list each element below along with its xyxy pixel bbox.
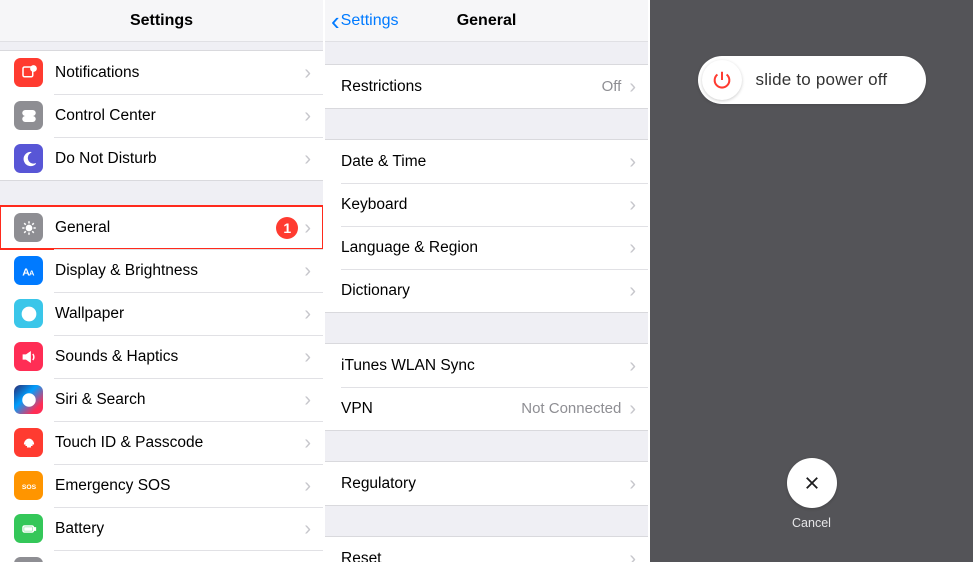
settings-root-panel: Settings Notifications › Control Center …	[0, 0, 325, 562]
settings-item-privacy[interactable]: Privacy ›	[0, 550, 323, 562]
power-icon	[702, 60, 742, 100]
chevron-right-icon: ›	[304, 218, 311, 238]
battery-icon	[14, 514, 43, 543]
wallpaper-icon	[14, 299, 43, 328]
settings-header: Settings	[0, 0, 323, 42]
settings-item-label: Display & Brightness	[55, 262, 298, 280]
moon-icon	[14, 144, 43, 173]
settings-item-label: Emergency SOS	[55, 477, 298, 495]
chevron-right-icon: ›	[629, 238, 636, 258]
notifications-icon	[14, 58, 43, 87]
gear-icon	[14, 213, 43, 242]
fingerprint-icon	[14, 428, 43, 457]
siri-icon	[14, 385, 43, 414]
sos-icon: SOS	[14, 471, 43, 500]
chevron-right-icon: ›	[304, 304, 311, 324]
chevron-right-icon: ›	[304, 433, 311, 453]
chevron-right-icon: ›	[304, 347, 311, 367]
settings-group-2: General 1 › AA Display & Brightness › Wa…	[0, 205, 323, 562]
settings-item-label: Battery	[55, 520, 298, 538]
chevron-right-icon: ›	[629, 152, 636, 172]
power-off-slider[interactable]: slide to power off	[698, 56, 926, 104]
settings-list: Notifications › Control Center › Do Not …	[0, 50, 323, 562]
cancel-area: Cancel	[787, 458, 837, 530]
settings-item-sounds-haptics[interactable]: Sounds & Haptics ›	[0, 335, 323, 378]
settings-item-label: Control Center	[55, 107, 298, 125]
chevron-right-icon: ›	[304, 106, 311, 126]
settings-item-control-center[interactable]: Control Center ›	[0, 94, 323, 137]
row-label: Reset	[341, 550, 629, 562]
row-label: Keyboard	[341, 196, 629, 214]
settings-item-label: Touch ID & Passcode	[55, 434, 298, 452]
row-value: Not Connected	[521, 400, 621, 417]
chevron-right-icon: ›	[629, 77, 636, 97]
text-size-icon: AA	[14, 256, 43, 285]
settings-item-touch-id-passcode[interactable]: Touch ID & Passcode ›	[0, 421, 323, 464]
svg-text:SOS: SOS	[21, 484, 36, 491]
cancel-button[interactable]	[787, 458, 837, 508]
chevron-right-icon: ›	[304, 149, 311, 169]
svg-text:A: A	[29, 268, 35, 277]
settings-item-notifications[interactable]: Notifications ›	[0, 51, 323, 94]
row-label: Language & Region	[341, 239, 629, 257]
settings-item-label: Wallpaper	[55, 305, 298, 323]
row-label: Restrictions	[341, 78, 602, 96]
chevron-right-icon: ›	[304, 390, 311, 410]
settings-item-do-not-disturb[interactable]: Do Not Disturb ›	[0, 137, 323, 180]
chevron-right-icon: ›	[629, 195, 636, 215]
settings-item-emergency-sos[interactable]: SOS Emergency SOS ›	[0, 464, 323, 507]
row-label: VPN	[341, 400, 521, 418]
settings-item-label: Do Not Disturb	[55, 150, 298, 168]
row-label: Regulatory	[341, 475, 629, 493]
chevron-right-icon: ›	[304, 476, 311, 496]
chevron-right-icon: ›	[304, 519, 311, 539]
general-title: General	[457, 12, 517, 30]
settings-item-battery[interactable]: Battery ›	[0, 507, 323, 550]
chevron-right-icon: ›	[629, 356, 636, 376]
chevron-right-icon: ›	[629, 281, 636, 301]
settings-item-siri-search[interactable]: Siri & Search ›	[0, 378, 323, 421]
settings-item-label: General	[55, 219, 276, 237]
general-item-keyboard[interactable]: Keyboard ›	[325, 183, 648, 226]
speaker-icon	[14, 342, 43, 371]
settings-title: Settings	[130, 12, 193, 30]
settings-item-label: Siri & Search	[55, 391, 298, 409]
general-item-itunes-wlan-sync[interactable]: iTunes WLAN Sync ›	[325, 344, 648, 387]
general-item-restrictions[interactable]: Restrictions Off ›	[325, 65, 648, 108]
chevron-left-icon: ‹	[331, 8, 340, 34]
power-off-panel: slide to power off Cancel	[650, 0, 975, 562]
settings-item-label: Sounds & Haptics	[55, 348, 298, 366]
general-item-date-time[interactable]: Date & Time ›	[325, 140, 648, 183]
chevron-right-icon: ›	[304, 261, 311, 281]
general-item-regulatory[interactable]: Regulatory ›	[325, 462, 648, 505]
general-item-dictionary[interactable]: Dictionary ›	[325, 269, 648, 312]
cancel-label: Cancel	[787, 516, 837, 530]
settings-group-1: Notifications › Control Center › Do Not …	[0, 50, 323, 181]
general-item-language-region[interactable]: Language & Region ›	[325, 226, 648, 269]
row-value: Off	[602, 78, 622, 95]
chevron-right-icon: ›	[629, 474, 636, 494]
general-item-reset[interactable]: Reset ›	[325, 537, 648, 562]
chevron-right-icon: ›	[629, 549, 636, 562]
general-item-vpn[interactable]: VPN Not Connected ›	[325, 387, 648, 430]
settings-item-wallpaper[interactable]: Wallpaper ›	[0, 292, 323, 335]
general-header: ‹ Settings General	[325, 0, 648, 42]
control-center-icon	[14, 101, 43, 130]
close-icon	[803, 474, 821, 492]
row-label: Date & Time	[341, 153, 629, 171]
settings-item-label: Notifications	[55, 64, 298, 82]
notification-badge: 1	[276, 217, 298, 239]
row-label: iTunes WLAN Sync	[341, 357, 629, 375]
row-label: Dictionary	[341, 282, 629, 300]
slider-text: slide to power off	[756, 70, 888, 90]
settings-item-display-brightness[interactable]: AA Display & Brightness ›	[0, 249, 323, 292]
chevron-right-icon: ›	[629, 399, 636, 419]
back-label: Settings	[341, 12, 399, 30]
settings-item-general[interactable]: General 1 ›	[0, 206, 323, 249]
back-button[interactable]: ‹ Settings	[331, 0, 398, 41]
hand-icon	[14, 557, 43, 562]
chevron-right-icon: ›	[304, 63, 311, 83]
general-settings-panel: ‹ Settings General Restrictions Off › Da…	[325, 0, 650, 562]
